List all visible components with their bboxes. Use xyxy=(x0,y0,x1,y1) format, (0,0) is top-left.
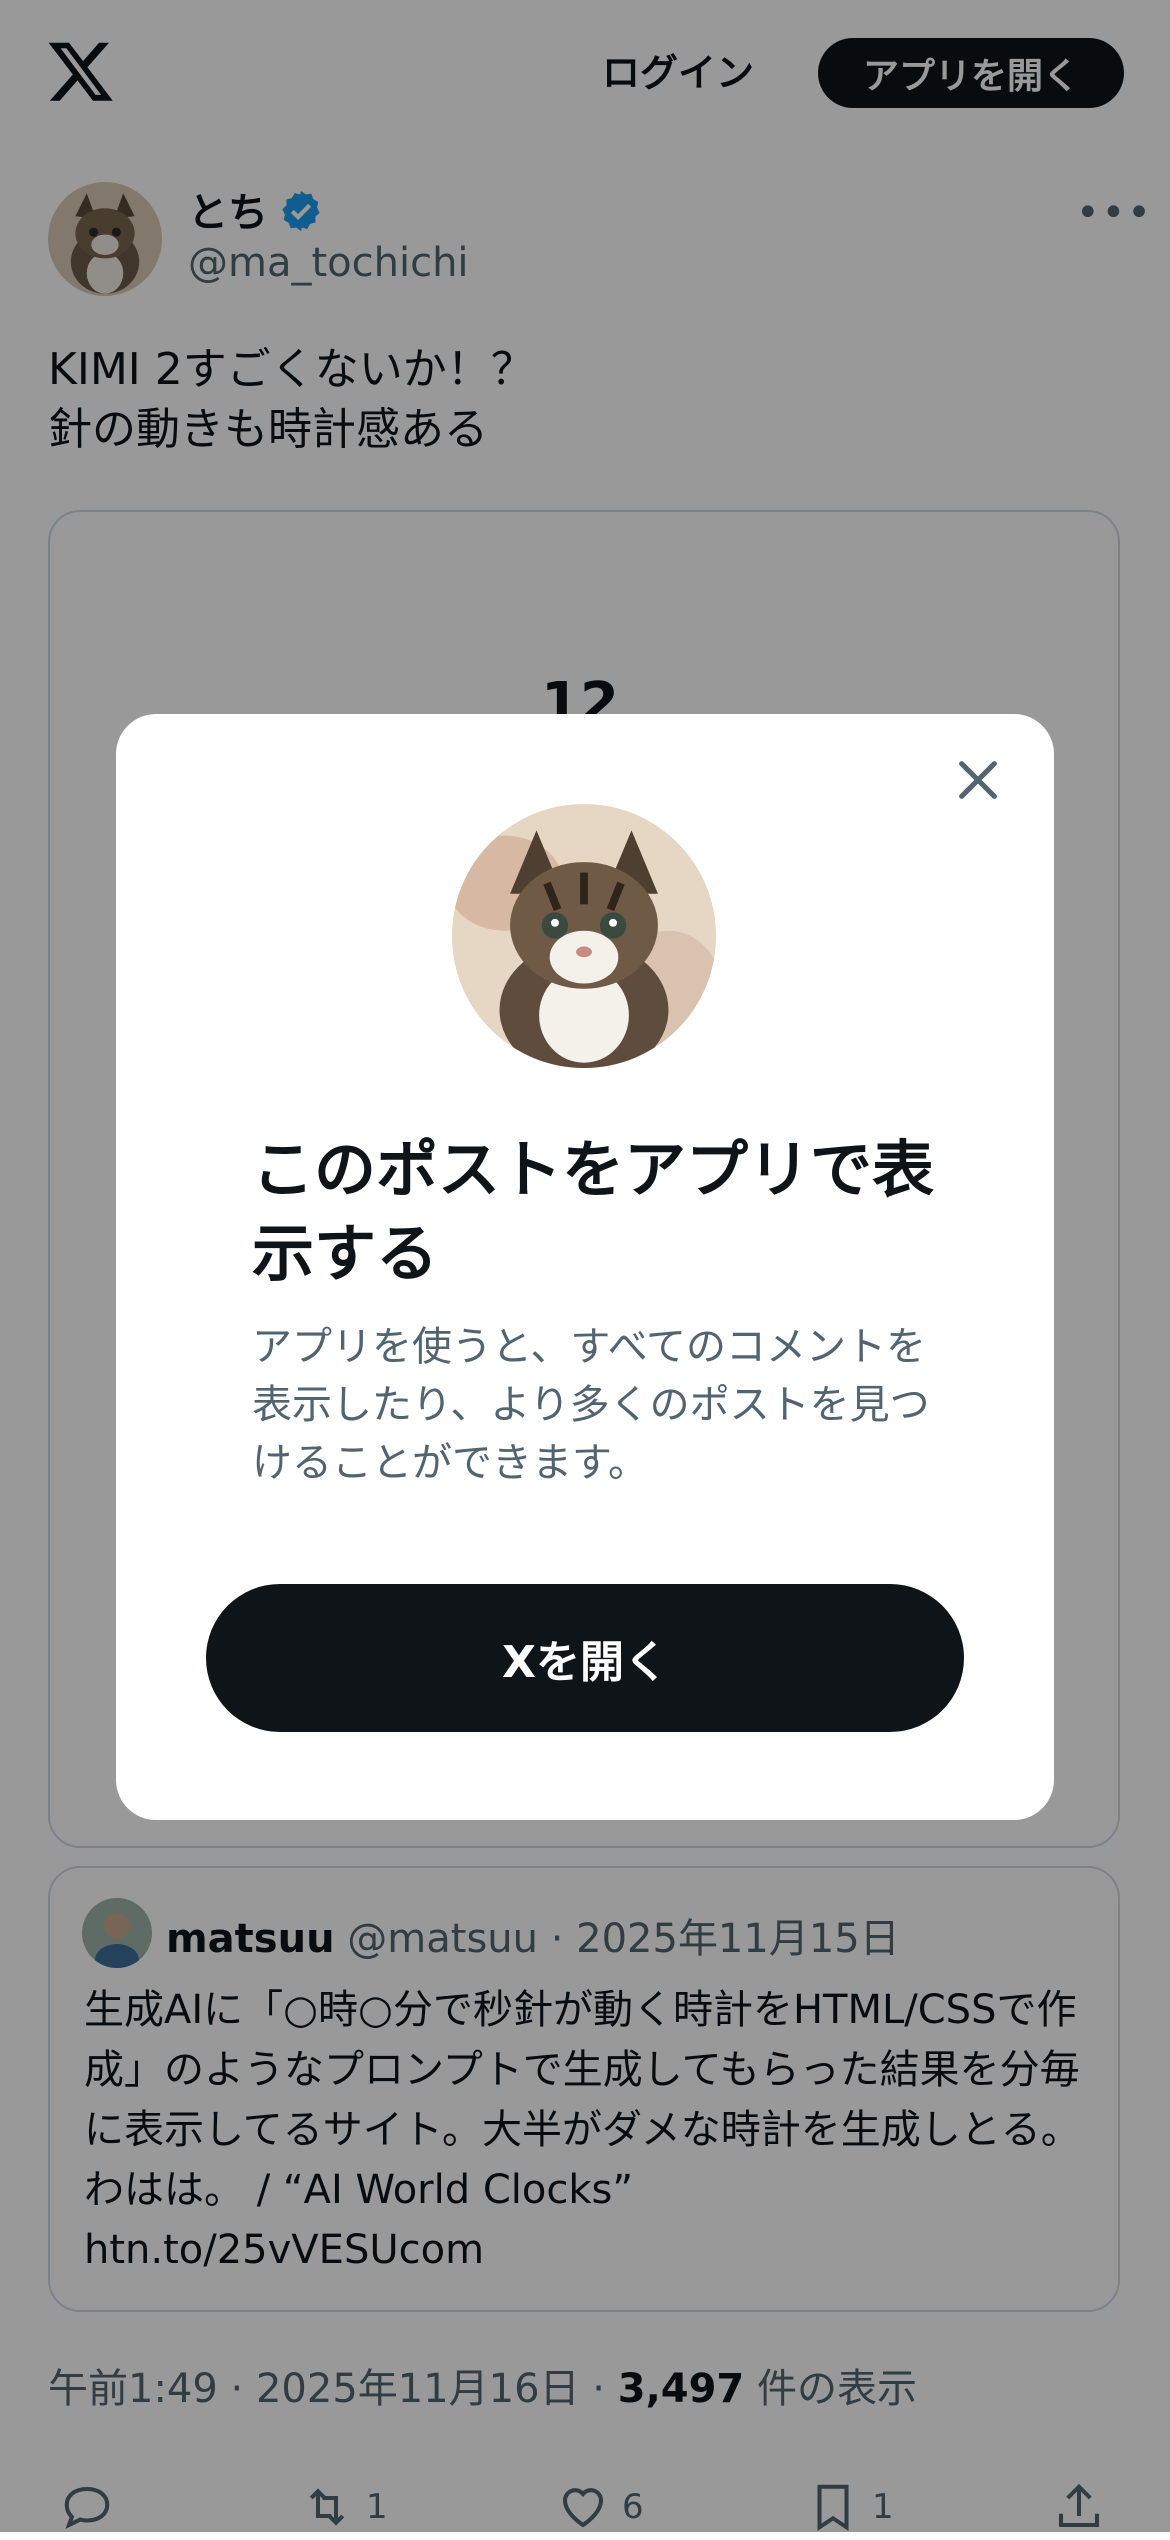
open-x-button[interactable]: Xを開く xyxy=(206,1584,964,1732)
modal-description: アプリを使うと、すべてのコメントを表示したり、より多くのポストを見つけることがで… xyxy=(252,1324,930,1486)
close-icon[interactable] xyxy=(950,752,1006,808)
modal-title: このポストをアプリで表示する xyxy=(252,1133,935,1290)
modal-avatar xyxy=(452,804,716,1068)
